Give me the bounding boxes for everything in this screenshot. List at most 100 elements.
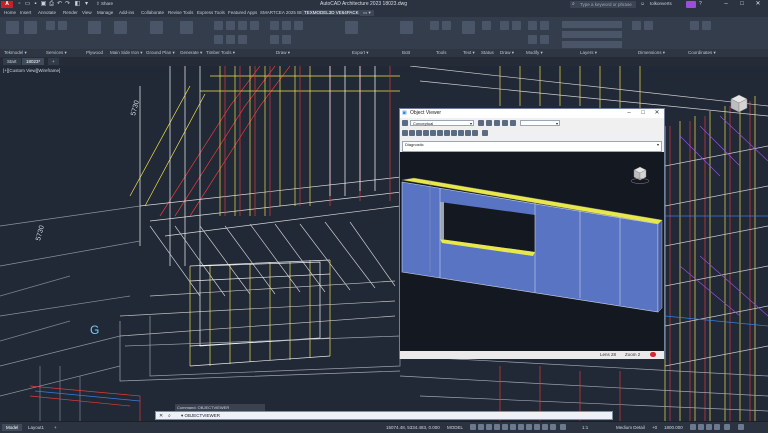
panel-main-side-iron[interactable]: Main Side Iron ▾	[110, 50, 143, 56]
timber-tool-icon[interactable]	[226, 21, 235, 30]
layout-tab-layout1[interactable]: Layout1	[24, 424, 48, 431]
timber-tool-icon[interactable]	[250, 21, 259, 30]
doc-tab-18023[interactable]: 18023*	[22, 58, 45, 65]
ov-maximize-button[interactable]: □	[636, 109, 650, 118]
ortho-icon[interactable]	[486, 424, 492, 430]
tekmodel-tool-icon[interactable]	[24, 21, 37, 34]
timber-tool-icon[interactable]	[214, 21, 223, 30]
panel-generate[interactable]: Generate ▾	[180, 50, 202, 56]
elevation-readout[interactable]: +0	[652, 425, 657, 430]
undo-icon[interactable]: ↶	[56, 1, 63, 8]
layer-dropdown[interactable]	[562, 21, 622, 28]
viewport-controls-label[interactable]: [+][Custom View][Wireframe]	[3, 68, 60, 73]
tab-annotate[interactable]: Annotate	[38, 10, 56, 15]
zoom-window-icon[interactable]	[510, 120, 516, 126]
main-side-iron-icon[interactable]	[114, 21, 127, 34]
tools-icon[interactable]	[442, 21, 451, 30]
draw-icon[interactable]	[294, 21, 303, 30]
panel-coordinates[interactable]: Coordinates ▾	[688, 50, 716, 56]
clean-screen-icon[interactable]	[706, 424, 712, 430]
user-name[interactable]: tolkonverts	[650, 1, 672, 6]
minimize-button[interactable]: –	[718, 0, 734, 9]
move-icon[interactable]	[528, 21, 537, 30]
maximize-button[interactable]: □	[734, 0, 750, 9]
close-icon[interactable]: ✕	[159, 413, 163, 419]
lineweight-icon[interactable]	[518, 424, 524, 430]
polar-icon[interactable]	[494, 424, 500, 430]
record-icon[interactable]	[650, 352, 656, 357]
close-button[interactable]: ✕	[750, 0, 766, 9]
viewcube-icon[interactable]	[725, 91, 749, 115]
layer-state-dropdown[interactable]	[562, 41, 622, 48]
application-menu-button[interactable]: A	[1, 1, 13, 8]
new-layout-button[interactable]: +	[50, 424, 61, 431]
trim-icon[interactable]	[540, 35, 549, 44]
draw-icon[interactable]	[282, 21, 291, 30]
tab-texmodel[interactable]: TEXMODEL3D VE64PACK	[302, 10, 361, 15]
object-viewer-window[interactable]: ▣ Object Viewer – □ ✕ Conceptual ▾ ▾ Diag…	[399, 108, 665, 359]
tab-express-tools[interactable]: Express Tools	[197, 10, 225, 15]
visual-style-dropdown[interactable]: Conceptual ▾	[410, 120, 474, 126]
hardware-acceleration-icon[interactable]	[698, 424, 704, 430]
layer-icon[interactable]: ◧	[74, 1, 81, 8]
settings-icon[interactable]	[482, 130, 488, 136]
tab-smartcea[interactable]: SMARTCEA 2025 BIM	[260, 10, 305, 15]
tab-insert[interactable]: Insert	[20, 10, 31, 15]
view-back-icon[interactable]	[437, 130, 443, 136]
services-icon[interactable]	[46, 21, 55, 30]
customization-icon[interactable]	[714, 424, 720, 430]
timber-tool-icon[interactable]	[238, 35, 247, 44]
save-as-icon[interactable]: ▣	[40, 1, 47, 8]
coordinates-icon[interactable]	[702, 21, 711, 30]
line-icon[interactable]	[500, 21, 509, 30]
panel-dimensions[interactable]: Dimensions ▾	[638, 50, 665, 56]
view-nw-iso-icon[interactable]	[465, 130, 471, 136]
qa-dropdown-icon[interactable]: ▾	[83, 1, 90, 8]
layout-tab-model[interactable]: Model	[2, 424, 23, 431]
services-tool-icon[interactable]	[58, 21, 67, 30]
tab-render[interactable]: Render	[63, 10, 78, 15]
panel-export[interactable]: Export ▾	[352, 50, 369, 56]
search-input[interactable]: Type a keyword or phrase	[570, 1, 636, 8]
panel-timber-tools[interactable]: Timber Tools ▾	[206, 50, 235, 56]
perspective-icon[interactable]	[472, 130, 478, 136]
notification-icon[interactable]	[724, 424, 730, 430]
tab-featured-apps[interactable]: Featured Apps	[228, 10, 257, 15]
search-icon[interactable]: ⌕	[168, 413, 171, 419]
grid-icon[interactable]	[470, 424, 476, 430]
export-icon[interactable]	[345, 21, 358, 34]
view-se-iso-icon[interactable]	[451, 130, 457, 136]
save-icon[interactable]	[402, 120, 408, 126]
tab-revise-tools[interactable]: Revise Tools	[168, 10, 193, 15]
view-front-icon[interactable]	[430, 130, 436, 136]
coordinates-icon[interactable]	[690, 21, 699, 30]
model-space-toggle[interactable]: MODEL	[447, 425, 463, 430]
transparency-icon[interactable]	[526, 424, 532, 430]
tekmodel-icon[interactable]	[6, 21, 19, 34]
command-line[interactable]: ✕ ⌕ ▾ OBJECTVIEWER	[155, 411, 613, 420]
generate-icon[interactable]	[180, 21, 193, 34]
save-icon[interactable]: ▪	[32, 1, 39, 8]
scale-readout[interactable]: 1:1	[582, 425, 588, 430]
polyline-icon[interactable]	[512, 21, 521, 30]
view-preset-dropdown[interactable]: ▾	[520, 120, 560, 126]
panel-ground-plan[interactable]: Ground Plan ▾	[146, 50, 175, 56]
zoom-extents-icon[interactable]	[502, 120, 508, 126]
bcb-icon[interactable]	[400, 21, 413, 34]
dimension-icon[interactable]	[644, 21, 653, 30]
view-dropdown[interactable]: Diagnostic ▾	[402, 141, 662, 152]
menu-icon[interactable]	[738, 424, 744, 430]
ground-plan-icon[interactable]	[150, 21, 163, 34]
tab-home[interactable]: Home	[4, 10, 16, 15]
draw-icon[interactable]	[270, 35, 279, 44]
draw-icon[interactable]	[270, 21, 279, 30]
help-icon[interactable]: ?	[699, 1, 702, 7]
timber-tool-icon[interactable]	[238, 21, 247, 30]
timber-tool-icon[interactable]	[226, 35, 235, 44]
tools-icon[interactable]	[430, 21, 439, 30]
tab-manage[interactable]: Manage	[97, 10, 113, 15]
print-icon[interactable]: ⎙	[48, 1, 55, 8]
detail-level-dropdown[interactable]: Medium Detail	[616, 425, 645, 430]
doc-tab-start[interactable]: Start	[3, 58, 21, 65]
orbit-icon[interactable]	[478, 120, 484, 126]
